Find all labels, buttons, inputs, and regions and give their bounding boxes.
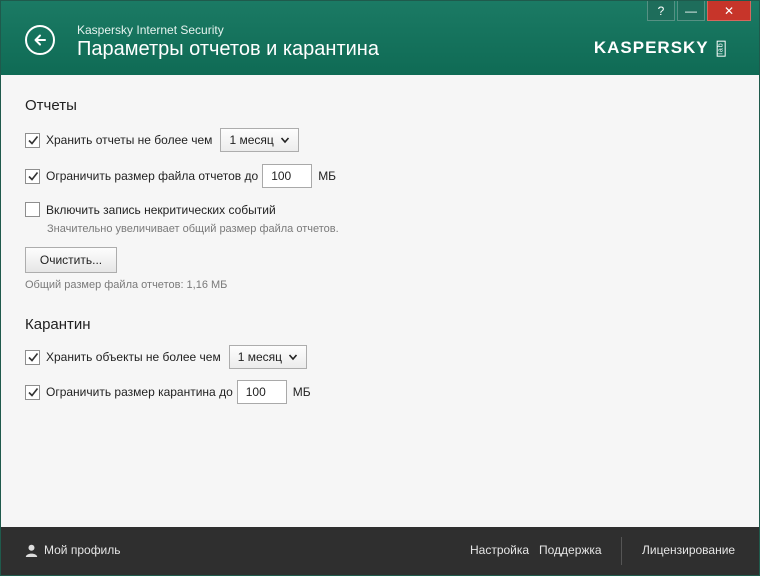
user-icon [25,544,38,557]
limit-quarantine-size-checkbox[interactable] [25,384,40,400]
limit-quarantine-size-row: Ограничить размер карантина до МБ [25,380,311,404]
reports-section-title: Отчеты [25,97,77,114]
limit-report-size-label: Ограничить размер файла отчетов до [46,169,259,183]
settings-link[interactable]: Настройка [470,543,529,557]
clear-reports-button[interactable]: Очистить... [25,247,117,273]
my-profile-label: Мой профиль [44,543,121,557]
limit-report-size-checkbox[interactable] [25,168,40,184]
back-button[interactable] [25,25,55,55]
report-size-unit: МБ [318,169,337,183]
reports-total-size: Общий размер файла отчетов: 1,16 МБ [25,279,228,291]
limit-report-size-row: Ограничить размер файла отчетов до МБ [25,164,336,188]
keep-objects-checkbox[interactable] [25,349,40,365]
keep-objects-period-value: 1 месяц [237,350,283,364]
noncritical-events-row: Включить запись некритических событий [25,202,276,217]
noncritical-events-label: Включить запись некритических событий [46,202,276,217]
footer-bar: Мой профиль Настройка Поддержка Лицензир… [1,527,759,575]
licensing-link[interactable]: Лицензирование [642,543,735,557]
app-window: Kaspersky Internet Security Параметры от… [0,0,760,576]
checkmark-icon [27,353,38,362]
app-name: Kaspersky Internet Security [77,23,224,37]
brand-logo: KASPERSKY lab [594,38,729,58]
footer-divider [621,537,622,565]
keep-objects-label: Хранить объекты не более чем [46,350,221,364]
quarantine-section-title: Карантин [25,316,91,333]
minimize-button[interactable]: — [677,1,705,21]
keep-reports-period-select[interactable]: 1 месяц [220,128,299,152]
settings-content: Отчеты Хранить отчеты не более чем 1 мес… [1,75,759,527]
noncritical-events-hint: Значительно увеличивает общий размер фай… [47,223,339,235]
quarantine-size-input[interactable] [236,380,287,404]
brand-suffix: lab [716,39,726,57]
my-profile-link[interactable]: Мой профиль [25,543,121,557]
page-title: Параметры отчетов и карантина [77,38,379,60]
arrow-left-icon [34,34,46,46]
keep-reports-row: Хранить отчеты не более чем 1 месяц [25,128,299,152]
help-button[interactable]: ? [647,1,675,21]
window-controls: ? — ✕ [647,1,751,21]
keep-reports-checkbox[interactable] [25,132,40,148]
checkmark-icon [27,136,38,145]
brand-name: KASPERSKY [593,38,709,57]
report-size-input[interactable] [262,164,313,188]
chevron-down-icon [280,137,289,144]
checkmark-icon [27,172,38,181]
keep-reports-label: Хранить отчеты не более чем [46,133,213,147]
keep-objects-row: Хранить объекты не более чем 1 месяц [25,345,308,369]
limit-quarantine-size-label: Ограничить размер карантина до [46,385,233,399]
close-button[interactable]: ✕ [707,1,751,21]
keep-reports-period-value: 1 месяц [229,133,274,147]
header-bar: Kaspersky Internet Security Параметры от… [1,1,759,75]
noncritical-events-checkbox[interactable] [25,202,40,217]
support-link[interactable]: Поддержка [539,543,602,557]
chevron-down-icon [288,354,298,361]
quarantine-size-unit: МБ [292,385,311,399]
checkmark-icon [27,388,38,397]
keep-objects-period-select[interactable]: 1 месяц [228,345,308,369]
